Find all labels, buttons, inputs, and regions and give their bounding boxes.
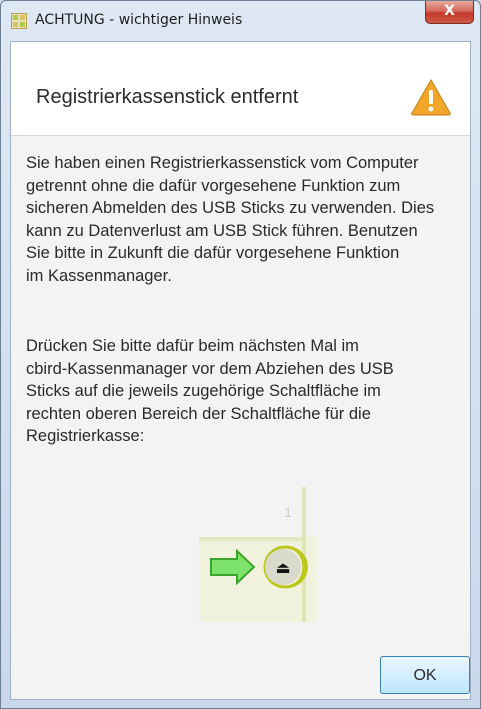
dialog-header: Registrierkassenstick entfernt	[11, 42, 470, 136]
eject-icon: ⏏	[275, 558, 290, 577]
dialog-heading: Registrierkassenstick entfernt	[36, 86, 299, 108]
dialog-content: Sie haben einen Registrierkassenstick vo…	[11, 136, 470, 699]
instruction-paragraph: Drücken Sie bitte dafür beim nächsten Ma…	[26, 335, 471, 448]
text-line: cbird-Kassenmanager vor dem Abziehen des…	[26, 359, 394, 378]
text-line: Sie haben einen Registrierkassenstick vo…	[26, 154, 419, 172]
slot-number: 1	[284, 505, 291, 520]
eject-button-illustration: 1 ⏏	[199, 487, 317, 622]
dialog-window: ACHTUNG - wichtiger Hinweis X Registrier…	[0, 0, 481, 709]
text-line: Drücken Sie bitte dafür beim nächsten Ma…	[26, 337, 359, 355]
text-line: kann zu Datenverlust am USB Stick führen…	[26, 221, 418, 240]
text-line: Registrierkasse:	[26, 427, 145, 445]
window-title: ACHTUNG - wichtiger Hinweis	[35, 12, 243, 28]
text-line: Sticks auf die jeweils zugehörige Schalt…	[26, 382, 381, 400]
warning-icon	[411, 78, 451, 116]
text-line: Sie bitte in Zukunft die dafür vorgesehe…	[26, 244, 400, 262]
close-button[interactable]: X	[425, 1, 474, 24]
text-line: getrennt ohne die dafür vorgesehene Funk…	[26, 176, 401, 195]
text-line: sicheren Abmelden des USB Sticks zu verw…	[26, 199, 435, 217]
app-icon	[11, 13, 27, 29]
text-line: rechten oberen Bereich der Schaltfläche …	[26, 404, 371, 423]
ok-button[interactable]: OK	[380, 656, 470, 694]
dialog-client: Registrierkassenstick entfernt Sie haben…	[10, 41, 471, 700]
title-bar[interactable]: ACHTUNG - wichtiger Hinweis X	[1, 1, 480, 41]
text-line: im Kassenmanager.	[26, 266, 172, 285]
info-paragraph: Sie haben einen Registrierkassenstick vo…	[26, 152, 471, 287]
